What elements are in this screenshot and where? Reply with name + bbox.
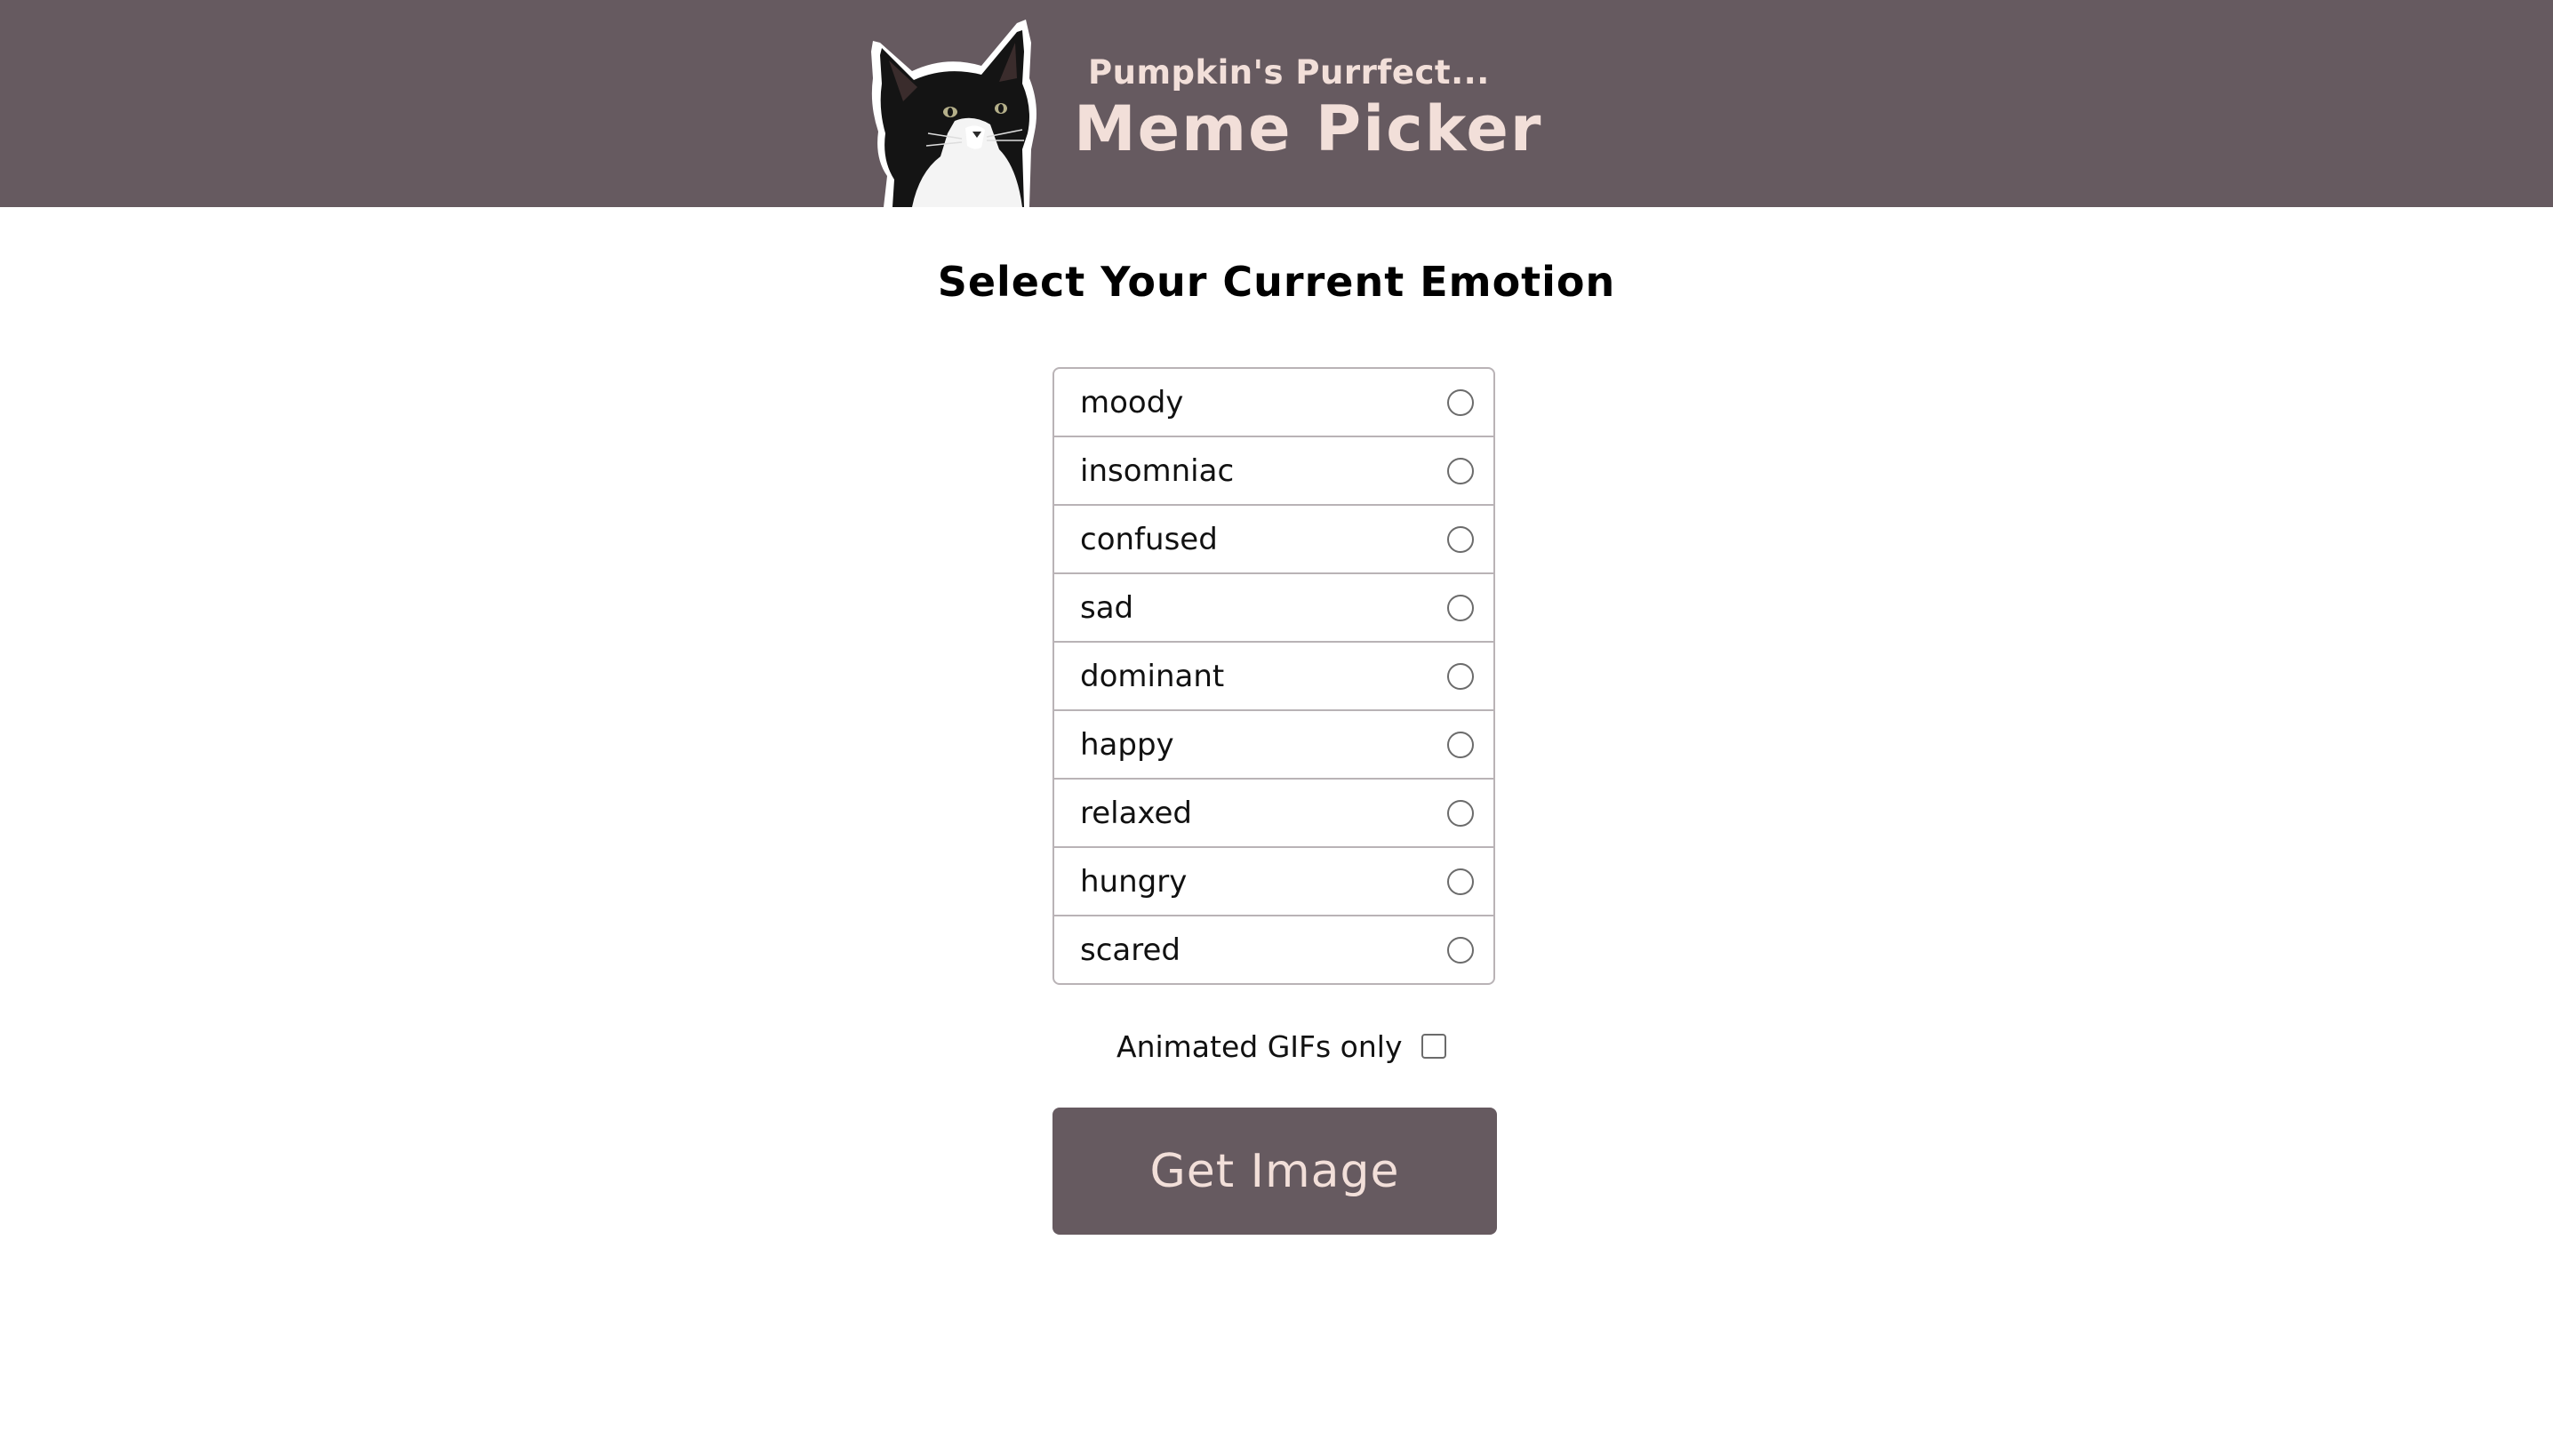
radio-button[interactable] — [1447, 868, 1474, 895]
radio-button[interactable] — [1447, 457, 1474, 484]
radio-button[interactable] — [1447, 594, 1474, 621]
emotion-label: relaxed — [1080, 795, 1193, 831]
header-title: Meme Picker — [1074, 92, 1543, 165]
gifs-only-option[interactable]: Animated GIFs only — [1116, 1027, 1447, 1066]
radio-button[interactable] — [1447, 662, 1474, 690]
emotion-option-hungry[interactable]: hungry — [1054, 848, 1493, 916]
emotion-option-sad[interactable]: sad — [1054, 574, 1493, 643]
emotion-option-scared[interactable]: scared — [1054, 916, 1493, 983]
emotion-option-confused[interactable]: confused — [1054, 506, 1493, 574]
page-heading: Select Your Current Emotion — [937, 258, 1616, 306]
cat-logo-icon — [871, 20, 1036, 207]
emotion-label: dominant — [1080, 658, 1225, 694]
emotion-radio-list: moody insomniac confused sad dominant ha… — [1052, 367, 1495, 985]
emotion-label: moody — [1080, 384, 1184, 420]
emotion-label: scared — [1080, 932, 1180, 968]
emotion-option-insomniac[interactable]: insomniac — [1054, 437, 1493, 506]
emotion-option-relaxed[interactable]: relaxed — [1054, 780, 1493, 848]
site-header: Pumpkin's Purrfect... Meme Picker — [0, 0, 2553, 207]
radio-button[interactable] — [1447, 731, 1474, 758]
emotion-label: confused — [1080, 521, 1218, 557]
gifs-only-checkbox[interactable] — [1421, 1034, 1447, 1059]
emotion-label: sad — [1080, 589, 1134, 626]
header-subtitle: Pumpkin's Purrfect... — [1088, 53, 1490, 92]
radio-button[interactable] — [1447, 525, 1474, 553]
emotion-label: hungry — [1080, 863, 1188, 900]
radio-button[interactable] — [1447, 799, 1474, 827]
emotion-option-happy[interactable]: happy — [1054, 711, 1493, 780]
emotion-label: happy — [1080, 726, 1174, 763]
get-image-button[interactable]: Get Image — [1052, 1108, 1497, 1235]
emotion-option-dominant[interactable]: dominant — [1054, 643, 1493, 711]
radio-button[interactable] — [1447, 388, 1474, 416]
gifs-only-label: Animated GIFs only — [1116, 1028, 1403, 1064]
radio-button[interactable] — [1447, 936, 1474, 964]
emotion-label: insomniac — [1080, 452, 1235, 489]
emotion-option-moody[interactable]: moody — [1054, 369, 1493, 437]
